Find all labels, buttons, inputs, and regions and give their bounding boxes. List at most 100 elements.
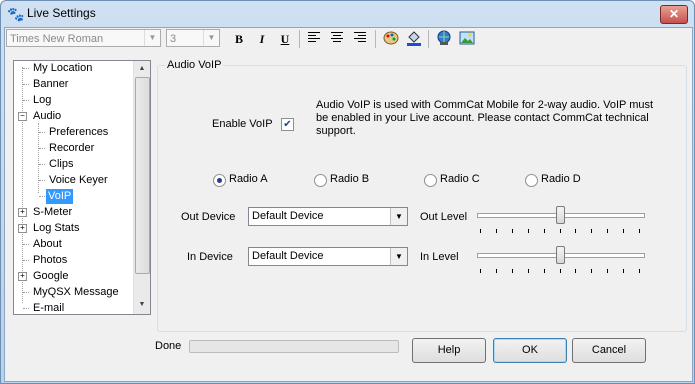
tree-line — [23, 68, 29, 69]
slider-tick — [591, 229, 592, 233]
enable-voip-label[interactable]: Enable VoIP — [212, 118, 273, 130]
tree-item-s-meter[interactable]: S-Meter — [33, 205, 72, 220]
palette-icon — [383, 31, 399, 45]
ok-button[interactable]: OK — [493, 338, 567, 363]
radio-a-button[interactable] — [213, 174, 226, 187]
slider-tick — [639, 269, 640, 273]
insert-link-button[interactable] — [435, 30, 453, 48]
slider-tick — [623, 229, 624, 233]
expand-icon[interactable]: + — [18, 224, 27, 233]
palette-button[interactable] — [382, 30, 400, 48]
tree-item-recorder[interactable]: Recorder — [49, 141, 94, 156]
in-device-label: In Device — [187, 251, 233, 263]
slider-tick — [639, 229, 640, 233]
align-left-button[interactable] — [305, 30, 323, 48]
status-progress-bar — [189, 340, 399, 353]
bold-button[interactable]: B — [230, 30, 248, 48]
underline-button[interactable]: U — [276, 30, 294, 48]
insert-image-button[interactable] — [458, 30, 476, 48]
expand-icon[interactable]: + — [18, 208, 27, 217]
radio-b-label[interactable]: Radio B — [330, 173, 369, 185]
globe-link-icon — [437, 30, 451, 45]
tree-line — [22, 67, 23, 303]
chevron-down-icon[interactable]: ▼ — [144, 30, 160, 46]
tree-item-google[interactable]: Google — [33, 269, 68, 284]
image-icon — [459, 31, 475, 45]
radio-d-button[interactable] — [525, 174, 538, 187]
toolbar-separator — [428, 30, 429, 48]
formatting-toolbar: Times New Roman ▼ 3 ▼ B I U — [5, 28, 692, 50]
help-button[interactable]: Help — [412, 338, 486, 363]
radio-c-button[interactable] — [424, 174, 437, 187]
paint-bucket-icon — [407, 31, 421, 46]
in-level-thumb[interactable] — [556, 246, 565, 264]
fill-color-button[interactable] — [405, 30, 423, 48]
out-device-select[interactable]: Default Device ▼ — [248, 207, 408, 226]
close-button[interactable]: ✕ — [660, 5, 688, 24]
enable-voip-checkbox[interactable]: ✔ — [281, 118, 294, 131]
collapse-icon[interactable]: − — [18, 112, 27, 121]
info-text-line-2: be enabled in your Live account. Please … — [316, 112, 649, 124]
tree-line — [23, 308, 29, 309]
tree-item-audio[interactable]: Audio — [33, 109, 61, 124]
paw-icon: 🐾 — [7, 6, 25, 22]
radio-b-button[interactable] — [314, 174, 327, 187]
title-bar[interactable]: 🐾 Live Settings ✕ — [1, 1, 694, 27]
tree-item-my-location[interactable]: My Location — [33, 61, 92, 76]
radio-d-label[interactable]: Radio D — [541, 173, 581, 185]
tree-line — [39, 148, 45, 149]
info-text-line-1: Audio VoIP is used with CommCat Mobile f… — [316, 99, 654, 111]
font-name-combo[interactable]: Times New Roman ▼ — [6, 29, 161, 47]
tree-line — [23, 292, 29, 293]
tree-item-about[interactable]: About — [33, 237, 62, 252]
tree-item-clips[interactable]: Clips — [49, 157, 73, 172]
italic-button[interactable]: I — [253, 30, 271, 48]
align-center-button[interactable] — [328, 30, 346, 48]
tree-item-e-mail[interactable]: E-mail — [33, 301, 64, 314]
out-device-value: Default Device — [252, 210, 324, 222]
out-device-label: Out Device — [181, 211, 236, 223]
toolbar-separator — [299, 30, 300, 48]
cancel-button[interactable]: Cancel — [572, 338, 646, 363]
chevron-down-icon[interactable]: ▼ — [203, 30, 219, 46]
tree-item-log-stats[interactable]: Log Stats — [33, 221, 79, 236]
font-name-value: Times New Roman — [10, 33, 104, 45]
tree-item-banner[interactable]: Banner — [33, 77, 68, 92]
slider-tick — [544, 269, 545, 273]
slider-tick — [575, 229, 576, 233]
group-title: Audio VoIP — [165, 59, 224, 71]
radio-a-label[interactable]: Radio A — [229, 173, 268, 185]
align-right-button[interactable] — [351, 30, 369, 48]
tree-item-log[interactable]: Log — [33, 93, 51, 108]
tree-item-voice-keyer[interactable]: Voice Keyer — [49, 173, 108, 188]
slider-tick — [512, 229, 513, 233]
tree-item-preferences[interactable]: Preferences — [49, 125, 108, 140]
align-right-icon — [354, 32, 366, 42]
tree-scrollbar[interactable]: ▲ ▼ — [133, 61, 150, 314]
out-level-label: Out Level — [420, 211, 468, 223]
scroll-up-icon[interactable]: ▲ — [134, 61, 150, 77]
tree-line — [38, 123, 39, 193]
in-device-select[interactable]: Default Device ▼ — [248, 247, 408, 266]
align-center-icon — [331, 32, 343, 42]
slider-tick — [528, 269, 529, 273]
chevron-down-icon[interactable]: ▼ — [390, 248, 407, 265]
align-left-icon — [308, 32, 320, 42]
scroll-down-icon[interactable]: ▼ — [134, 297, 150, 313]
slider-tick — [575, 269, 576, 273]
slider-tick — [496, 229, 497, 233]
scroll-thumb[interactable] — [135, 77, 150, 274]
tree-item-myqsx-message[interactable]: MyQSX Message — [33, 285, 119, 300]
status-label: Done — [155, 340, 182, 352]
tree-item-voip[interactable]: VoIP — [46, 189, 74, 204]
tree-line — [23, 84, 29, 85]
out-level-thumb[interactable] — [556, 206, 565, 224]
settings-tree[interactable]: My Location Banner Log − Audio Preferenc… — [13, 60, 151, 315]
tree-line — [23, 100, 29, 101]
radio-c-label[interactable]: Radio C — [440, 173, 480, 185]
expand-icon[interactable]: + — [18, 272, 27, 281]
font-size-combo[interactable]: 3 ▼ — [166, 29, 220, 47]
tree-item-photos[interactable]: Photos — [33, 253, 67, 268]
chevron-down-icon[interactable]: ▼ — [390, 208, 407, 225]
info-text-line-3: support. — [316, 125, 356, 137]
